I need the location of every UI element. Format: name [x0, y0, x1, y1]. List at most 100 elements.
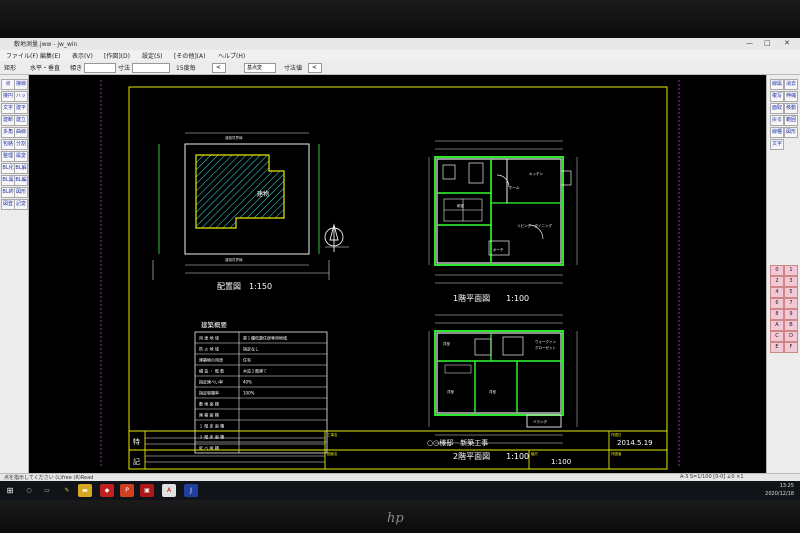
right-tool-button[interactable]: 伸縮	[784, 91, 798, 102]
layer-button[interactable]: A	[770, 320, 784, 331]
explorer-icon[interactable]: ▬	[78, 484, 92, 497]
deg15-check[interactable]: 15度毎	[176, 63, 196, 72]
prev-button[interactable]: <	[212, 63, 226, 73]
left-tool-button[interactable]: 属変	[14, 151, 28, 162]
layer-button[interactable]: 5	[784, 287, 798, 298]
left-tool-button[interactable]: 曲線	[14, 127, 28, 138]
right-tool-button[interactable]: 移動	[784, 103, 798, 114]
pdf-app-icon[interactable]: ◆	[100, 484, 114, 497]
right-tool-palette: 線属 消去 複写 伸縮 面取 移動 戻る 範囲 線種 図形 文字 0 1 2 3 4 5 6 7 8 9 A B C D E F	[766, 75, 800, 473]
layer-button[interactable]: 3	[784, 276, 798, 287]
layer-button[interactable]: E	[770, 342, 784, 353]
minimize-button[interactable]: —	[746, 39, 753, 47]
layer-button[interactable]: 8	[770, 309, 784, 320]
pdf-editor-icon[interactable]: ▣	[140, 484, 154, 497]
left-tool-button[interactable]: 多角形	[1, 127, 15, 138]
search-icon[interactable]: ○	[22, 484, 36, 497]
left-tool-button[interactable]: BL編	[14, 175, 28, 186]
overview-row-value: 100%	[243, 391, 255, 396]
left-tool-button[interactable]: 包絡	[1, 139, 15, 150]
overview-row-label: 防 火 地 域	[199, 346, 219, 352]
layer-button[interactable]: 2	[770, 276, 784, 287]
angle-input[interactable]	[84, 63, 116, 73]
drawing-date: 2014.5.19	[617, 439, 653, 447]
right-tool-button[interactable]: 文字	[770, 139, 784, 150]
left-tool-button[interactable]: 点	[1, 79, 15, 90]
menu-edit[interactable]: 編集(E)	[40, 51, 60, 60]
close-button[interactable]: ✕	[784, 39, 790, 47]
layer-button[interactable]: B	[784, 320, 798, 331]
jww-app-icon[interactable]: J	[184, 484, 198, 497]
task-view-icon[interactable]: ▭	[40, 484, 54, 497]
layer-button[interactable]: 7	[784, 298, 798, 309]
left-tool-button[interactable]: BL解	[14, 163, 28, 174]
overview-row-label: 指定容積率	[199, 390, 219, 396]
right-tool-button[interactable]: 範囲	[784, 115, 798, 126]
overview-row-label: 用 途 地 域	[199, 335, 219, 341]
right-tool-button[interactable]: 面取	[770, 103, 784, 114]
left-tool-button[interactable]: BL属	[1, 175, 15, 186]
left-tool-button[interactable]: 文字	[1, 103, 15, 114]
pen-app-icon[interactable]: ✎	[60, 484, 74, 497]
right-tool-button[interactable]: 戻る	[770, 115, 784, 126]
clock-time[interactable]: 13:25	[780, 483, 794, 489]
room-2f-bed2: 洋室	[447, 389, 455, 394]
start-icon[interactable]: ⊞	[3, 484, 17, 497]
rect-check[interactable]: 矩形	[4, 63, 16, 72]
menu-draw[interactable]: [作図](D)	[104, 51, 130, 60]
left-tool-button[interactable]: ハッチ	[14, 91, 28, 102]
overview-row-label: 構 造 ・ 階 数	[199, 368, 224, 374]
layer-button[interactable]: 9	[784, 309, 798, 320]
acrobat-icon[interactable]: A	[162, 484, 176, 497]
overview-row-value: 木造２階建て	[243, 368, 267, 374]
left-tool-button[interactable]: BL終	[1, 187, 15, 198]
prev-button-2[interactable]: <	[308, 63, 322, 73]
left-tool-button[interactable]: 図形	[14, 187, 28, 198]
powerpoint-icon[interactable]: P	[120, 484, 134, 497]
overview-title: 建築概要	[201, 320, 228, 329]
right-tool-button[interactable]: 線種	[770, 127, 784, 138]
overview-row-label: 建築物の用途	[199, 357, 223, 363]
right-tool-button[interactable]: 線属	[770, 79, 784, 90]
menu-other[interactable]: [その他](A)	[174, 51, 205, 60]
left-tool-button[interactable]: 建断	[1, 115, 15, 126]
left-tool-button[interactable]: 建平	[14, 103, 28, 114]
site-plan	[152, 132, 349, 280]
left-tool-button[interactable]: 接円	[1, 91, 15, 102]
left-tool-button[interactable]: 接線	[14, 79, 28, 90]
base-change-button[interactable]: 基点変	[244, 63, 276, 73]
menu-settings[interactable]: 設定(S)	[142, 51, 163, 60]
angle-label: 傾き	[70, 65, 83, 72]
hv-check[interactable]: 水平・垂直	[30, 63, 60, 72]
tool-options-bar: 矩形 水平・垂直 傾き 寸法 15度毎 < 基点変 寸法値 <	[0, 61, 800, 75]
dim-value-check[interactable]: 寸法値	[284, 63, 302, 72]
drawing-scale: 1:100	[551, 458, 571, 466]
menu-help[interactable]: ヘルプ(H)	[218, 51, 245, 60]
layer-button[interactable]: F	[784, 342, 798, 353]
left-tool-button[interactable]: 記変	[14, 199, 28, 210]
dim-input[interactable]	[132, 63, 170, 73]
right-tool-button[interactable]: 複写	[770, 91, 784, 102]
right-tool-button[interactable]: 図形	[784, 127, 798, 138]
left-tool-button[interactable]: 分割	[14, 139, 28, 150]
layer-button[interactable]: 1	[784, 265, 798, 276]
layer-button[interactable]: C	[770, 331, 784, 342]
layer-button[interactable]: D	[784, 331, 798, 342]
left-tool-button[interactable]: 整理	[1, 151, 15, 162]
layer-button[interactable]: 6	[770, 298, 784, 309]
menu-file[interactable]: ファイル(F)	[6, 51, 38, 60]
room-2f-bed1: 洋室	[443, 341, 451, 346]
layer-button[interactable]: 4	[770, 287, 784, 298]
svg-text:hp: hp	[387, 511, 404, 526]
left-tool-button[interactable]: BL化	[1, 163, 15, 174]
left-tool-button[interactable]: 建立	[14, 115, 28, 126]
layer-button[interactable]: 0	[770, 265, 784, 276]
overview-table: 用 途 地 域 第１種低層住居専用地域防 火 地 域 指定なし建築物の用途 住宅構 造…	[194, 331, 328, 454]
cad-canvas[interactable]: 建物 道路境界線 道路境界線 配置図 1:150 ホール キッチン リビング・ダ…	[29, 75, 766, 473]
clock-date[interactable]: 2020/12/18	[765, 491, 794, 497]
right-tool-button[interactable]: 消去	[784, 79, 798, 90]
left-tool-button[interactable]: 図登	[1, 199, 15, 210]
menu-view[interactable]: 表示(V)	[72, 51, 93, 60]
drawing-label: 図面名	[327, 451, 338, 456]
maximize-button[interactable]: □	[764, 39, 771, 47]
